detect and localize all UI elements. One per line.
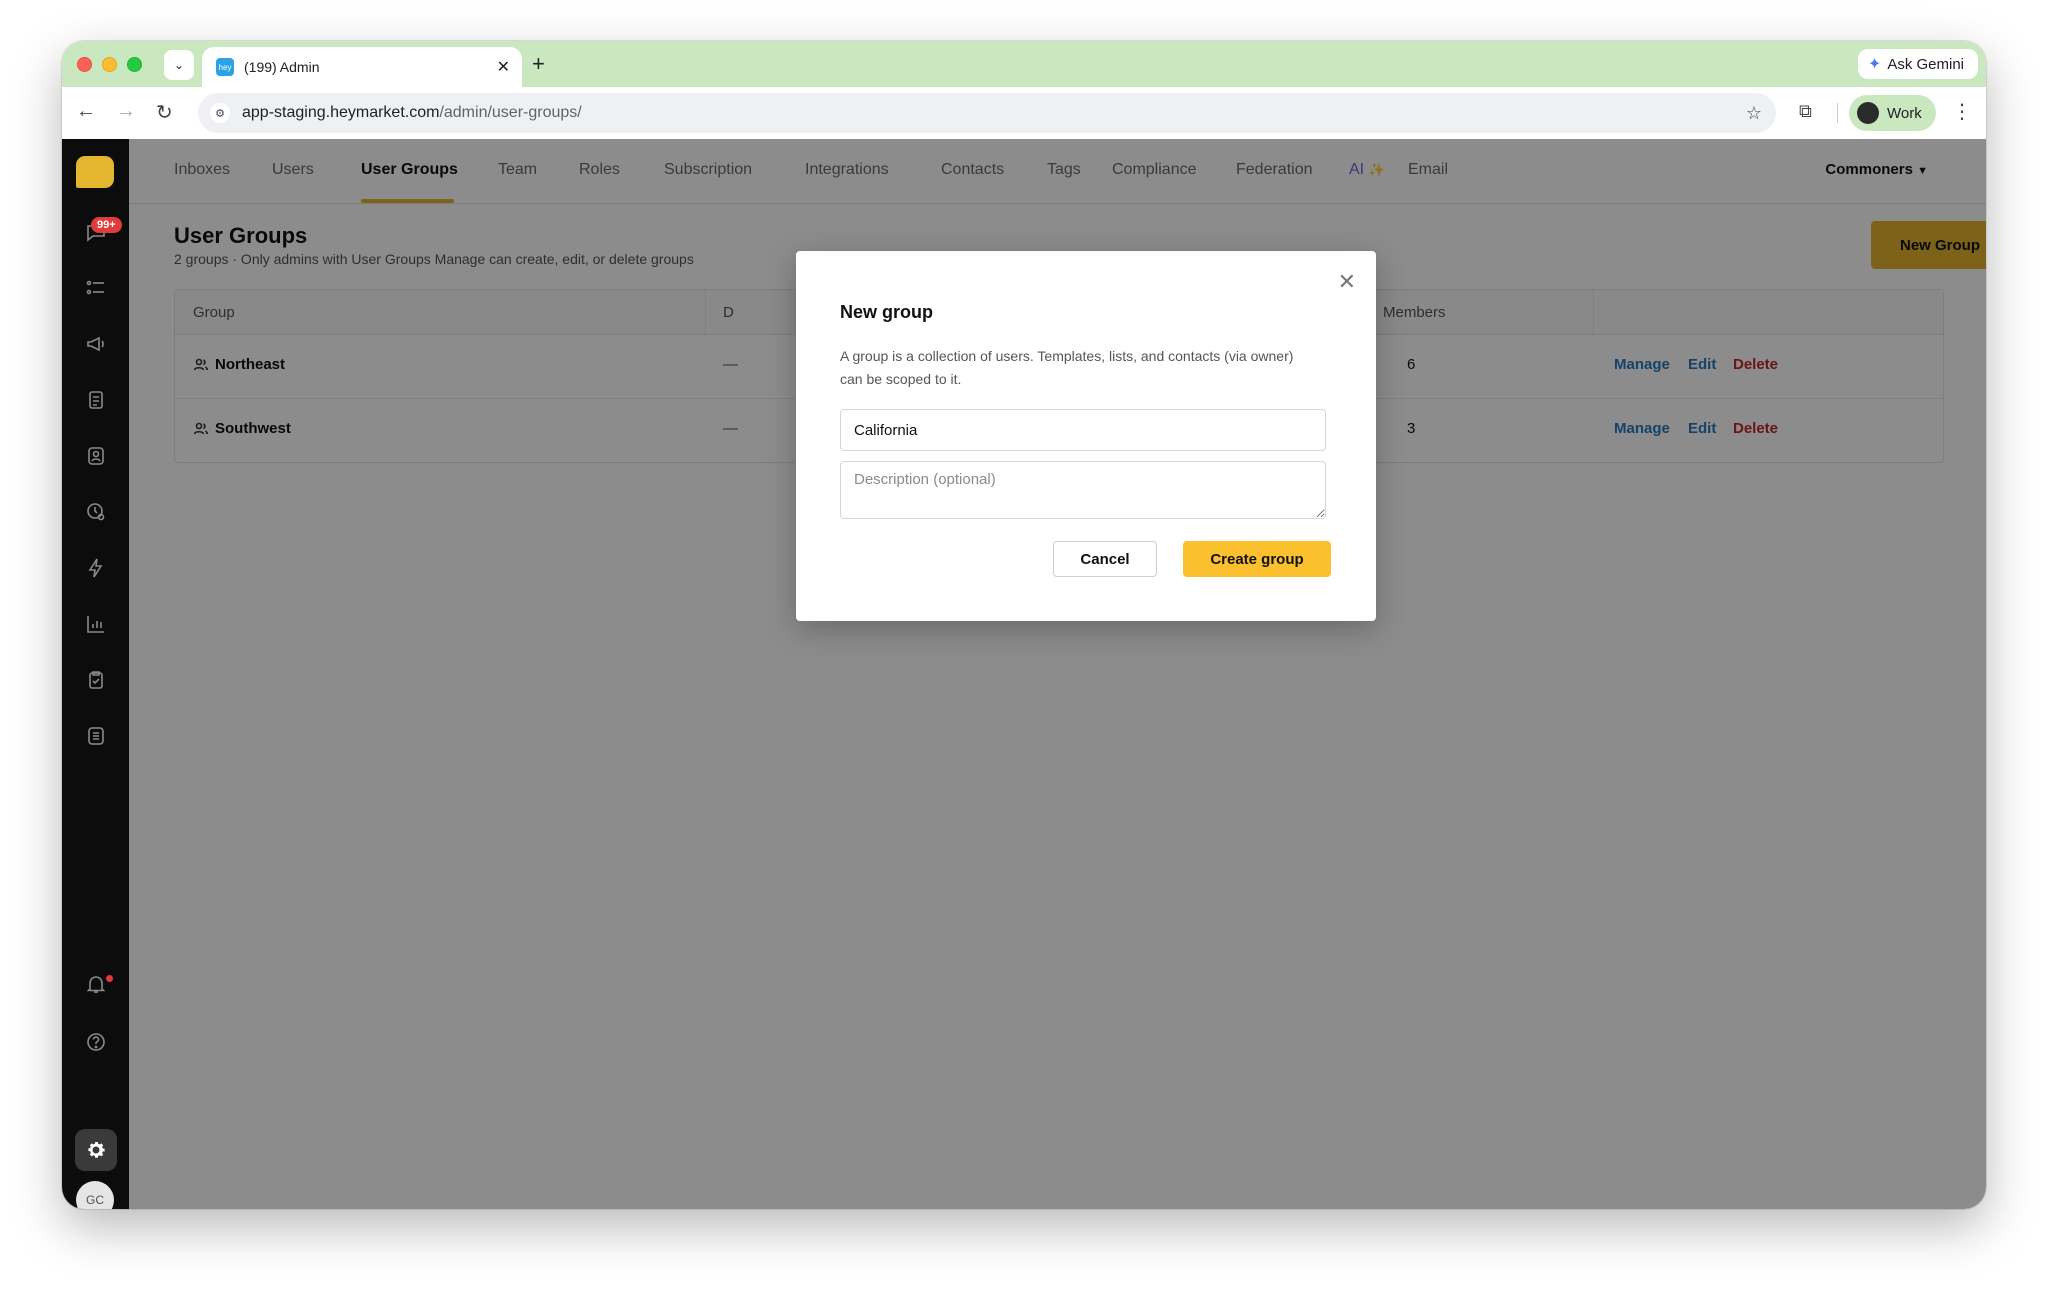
notification-dot (106, 975, 113, 982)
extensions-puzzle-icon[interactable]: ⧉ (1799, 101, 1812, 122)
browser-tab[interactable]: hey (199) Admin ✕ (202, 47, 522, 87)
browser-window: ⌄ hey (199) Admin ✕ + ✦ Ask Gemini ← → ↻… (62, 41, 1986, 1209)
new-group-dialog: ✕ New group A group is a collection of u… (796, 251, 1376, 621)
list-icon[interactable] (62, 721, 129, 751)
url-text[interactable]: app-staging.heymarket.com/admin/user-gro… (242, 104, 1746, 122)
more-vertical-icon[interactable]: ⋮ (1952, 99, 1972, 124)
dialog-title: New group (840, 302, 933, 322)
documents-icon[interactable] (62, 385, 129, 415)
create-group-button[interactable]: Create group (1183, 541, 1331, 577)
heymarket-favicon-icon: hey (216, 58, 234, 76)
tasks-list-icon[interactable] (62, 273, 129, 303)
forward-arrow-icon[interactable]: → (116, 100, 136, 123)
ask-gemini-label: Ask Gemini (1887, 55, 1964, 73)
clipboard-check-icon[interactable] (62, 665, 129, 695)
gear-icon (88, 1142, 105, 1158)
bookmark-star-icon[interactable]: ☆ (1746, 103, 1762, 124)
megaphone-icon[interactable] (62, 329, 129, 359)
group-description-textarea[interactable] (840, 461, 1326, 519)
browser-toolbar: ← → ↻ ⚙ app-staging.heymarket.com/admin/… (62, 87, 1986, 140)
address-bar[interactable]: ⚙ app-staging.heymarket.com/admin/user-g… (198, 93, 1776, 133)
dialog-description: A group is a collection of users. Templa… (840, 348, 1294, 387)
settings-button[interactable] (75, 1129, 117, 1171)
heymarket-logo[interactable] (76, 156, 114, 188)
contacts-icon[interactable] (62, 441, 129, 471)
group-name-input[interactable] (840, 409, 1326, 451)
profile-button[interactable]: Work (1849, 95, 1936, 131)
tab-search-button[interactable]: ⌄ (164, 50, 194, 80)
tab-title: (199) Admin (244, 59, 320, 75)
profile-avatar (1857, 102, 1879, 124)
close-window-button[interactable] (77, 57, 92, 72)
plus-icon[interactable]: + (532, 51, 545, 77)
ask-gemini-button[interactable]: ✦ Ask Gemini (1857, 49, 1978, 79)
site-settings-icon[interactable]: ⚙ (210, 103, 230, 123)
maximize-window-button[interactable] (127, 57, 142, 72)
app: 99+ GC Inboxes Users User Groups Team Ro… (62, 139, 1986, 1209)
minimize-window-button[interactable] (102, 57, 117, 72)
user-avatar[interactable]: GC (76, 1181, 114, 1209)
close-tab-icon[interactable]: ✕ (497, 57, 510, 77)
close-icon[interactable]: ✕ (1338, 269, 1356, 295)
lightning-icon[interactable] (62, 553, 129, 583)
chevron-down-icon: ⌄ (173, 58, 185, 72)
sidebar-rail: 99+ GC (62, 139, 129, 1209)
toolbar-divider (1837, 103, 1838, 123)
bell-icon[interactable] (62, 969, 129, 999)
reload-icon[interactable]: ↻ (156, 100, 173, 125)
tab-strip: ⌄ hey (199) Admin ✕ + ✦ Ask Gemini (62, 41, 1986, 87)
profile-label: Work (1887, 104, 1922, 122)
clock-user-icon[interactable] (62, 497, 129, 527)
back-arrow-icon[interactable]: ← (76, 100, 96, 123)
url-path: /admin/user-groups/ (439, 104, 582, 121)
unread-badge: 99+ (91, 217, 122, 233)
url-host: app-staging.heymarket.com (242, 104, 440, 121)
gemini-star-icon: ✦ (1867, 56, 1882, 73)
help-icon[interactable] (62, 1027, 129, 1057)
bar-chart-icon[interactable] (62, 609, 129, 639)
cancel-button[interactable]: Cancel (1053, 541, 1157, 577)
main-content: Inboxes Users User Groups Team Roles Sub… (129, 139, 1986, 1209)
